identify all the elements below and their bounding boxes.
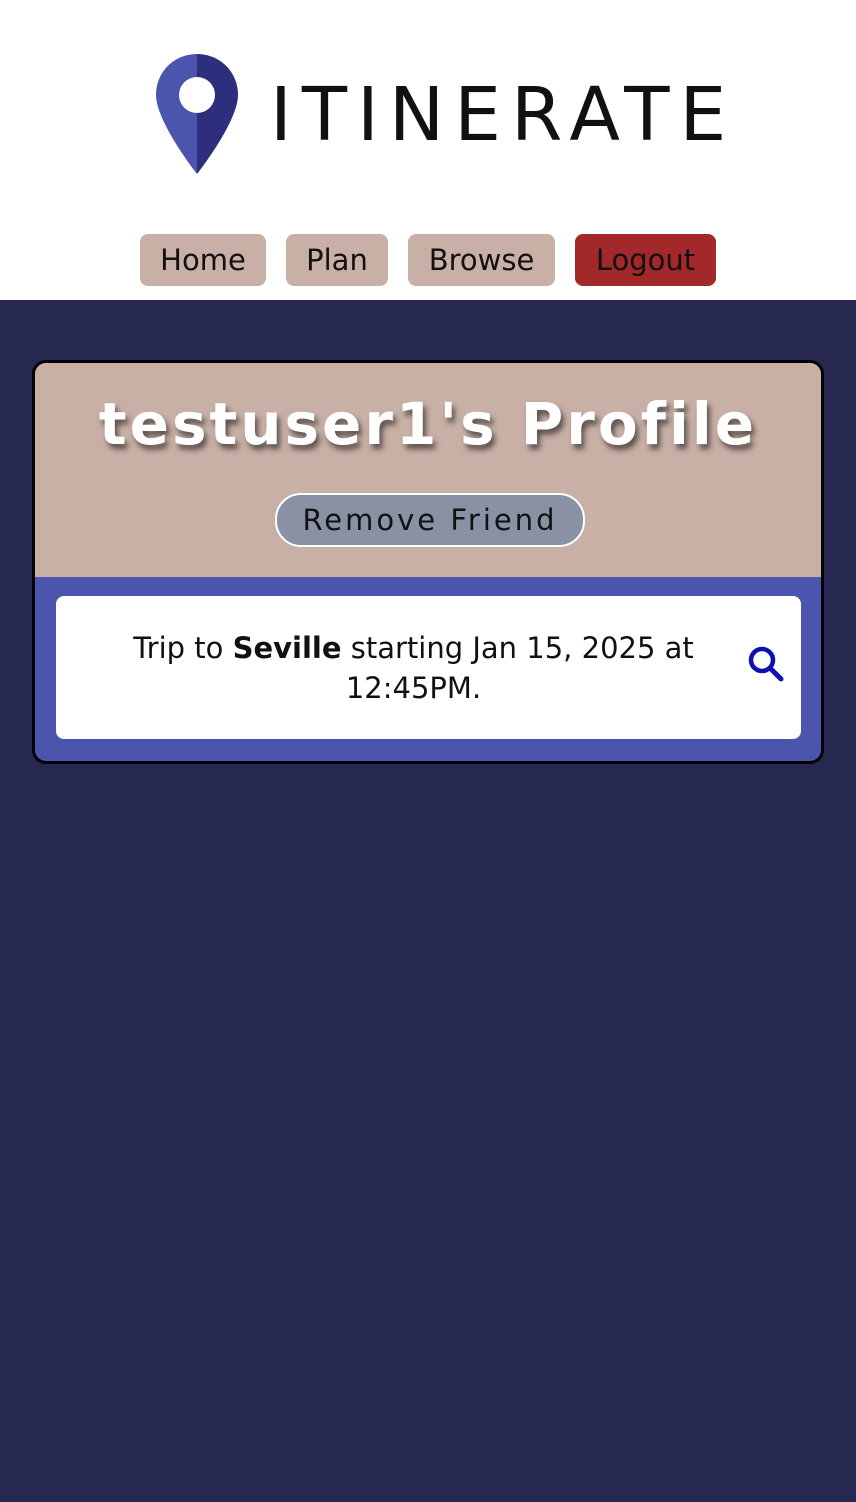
trip-prefix: Trip to	[133, 631, 233, 665]
brand-name[interactable]: ITINERATE	[270, 70, 736, 160]
site-header: ITINERATE Home Plan Browse Logout	[0, 0, 856, 300]
map-pin-icon	[156, 54, 238, 174]
nav-home-button[interactable]: Home	[140, 234, 266, 286]
search-icon[interactable]	[746, 644, 786, 684]
nav-logout-button[interactable]: Logout	[575, 234, 716, 286]
profile-title: testuser1's Profile	[98, 390, 758, 458]
trip-suffix: .	[471, 671, 482, 705]
trip-at: at	[655, 631, 694, 665]
trip-description: Trip to Seville starting Jan 15, 2025 at…	[116, 628, 711, 708]
profile-card: testuser1's Profile Remove Friend Trip t…	[32, 360, 824, 764]
nav-browse-button[interactable]: Browse	[408, 234, 555, 286]
main-nav: Home Plan Browse Logout	[0, 234, 856, 286]
trip-time: 12:45PM	[345, 671, 472, 705]
remove-friend-button[interactable]: Remove Friend	[275, 493, 585, 547]
trip-list-item: Trip to Seville starting Jan 15, 2025 at…	[56, 596, 801, 739]
nav-plan-button[interactable]: Plan	[286, 234, 388, 286]
trip-starting: starting	[341, 631, 473, 665]
profile-header: testuser1's Profile Remove Friend	[35, 363, 821, 577]
trip-destination: Seville	[232, 631, 342, 665]
trip-date: Jan 15, 2025	[472, 631, 656, 665]
